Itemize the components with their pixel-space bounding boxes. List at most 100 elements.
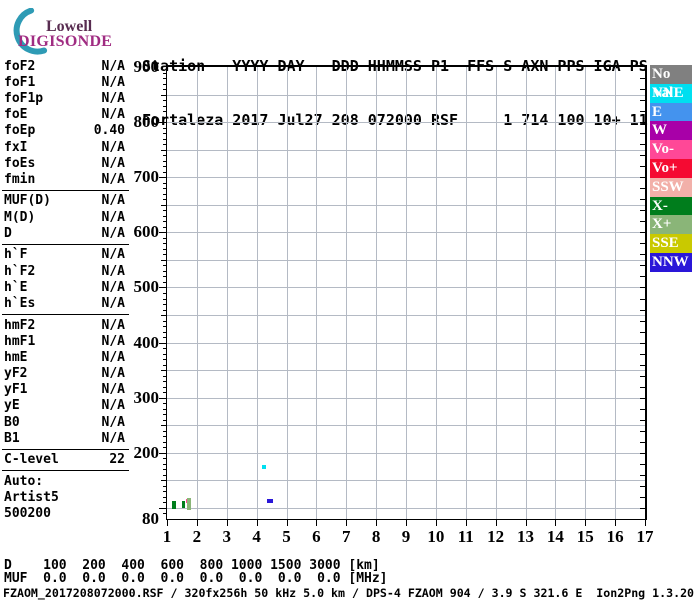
gridline-horizontal bbox=[167, 370, 645, 372]
y-axis-tick bbox=[163, 447, 166, 449]
y-axis-right-tick bbox=[640, 397, 645, 399]
y-axis-right-tick bbox=[640, 122, 645, 124]
parameter-label: hmE bbox=[4, 349, 28, 365]
y-axis-tick bbox=[161, 480, 166, 482]
parameter-value: N/A bbox=[101, 317, 125, 333]
legend-item-vo+: Vo+ bbox=[650, 158, 692, 178]
parameter-row: B1 N/A bbox=[4, 430, 125, 446]
y-axis-tick bbox=[163, 105, 166, 107]
y-axis-tick bbox=[163, 375, 166, 377]
data-point bbox=[172, 500, 177, 509]
y-axis-tick bbox=[163, 160, 166, 162]
y-axis-tick bbox=[161, 149, 166, 151]
y-axis-tick-label: 300 bbox=[133, 387, 160, 407]
parameter-row: hmF1 N/A bbox=[4, 333, 125, 349]
parameter-label: foF1p bbox=[4, 90, 44, 106]
y-axis-tick bbox=[163, 485, 166, 487]
gridline-vertical bbox=[465, 67, 467, 519]
gridline-vertical bbox=[435, 67, 437, 519]
y-axis-tick bbox=[163, 144, 166, 146]
parameter-row: MUF(D) N/A bbox=[4, 193, 125, 209]
parameter-value: N/A bbox=[101, 366, 125, 382]
ionogram-plot: 1 2 3 4 5 6 7 8 9 10 11 12 13 14 15 16 17 900 800 700 600 500… bbox=[134, 58, 654, 547]
gridline-horizontal bbox=[167, 507, 645, 509]
y-axis-tick-label: 900 bbox=[133, 57, 160, 76]
y-axis-right-tick bbox=[640, 463, 645, 465]
y-axis-tick bbox=[159, 452, 166, 454]
y-axis-tick bbox=[163, 248, 166, 250]
y-axis-right-tick bbox=[640, 166, 645, 168]
y-axis-tick bbox=[163, 496, 166, 498]
parameter-label: B0 bbox=[4, 414, 20, 430]
parameter-value: N/A bbox=[101, 263, 125, 279]
parameter-row: fmin N/A bbox=[4, 171, 125, 187]
y-axis-tick bbox=[163, 138, 166, 140]
y-axis-right-tick bbox=[640, 485, 645, 487]
y-axis-tick bbox=[163, 281, 166, 283]
y-axis-right-tick bbox=[640, 430, 645, 432]
y-axis-right-tick bbox=[640, 210, 645, 212]
x-axis-tick bbox=[256, 519, 258, 526]
y-axis-tick bbox=[161, 370, 166, 372]
x-axis-tick bbox=[406, 519, 407, 526]
y-axis-tick bbox=[163, 72, 166, 74]
gridline-horizontal bbox=[167, 452, 645, 454]
y-axis-right-tick bbox=[640, 265, 645, 267]
parameter-row: foE N/A bbox=[4, 107, 125, 123]
y-axis-tick bbox=[163, 337, 166, 339]
y-axis-tick bbox=[163, 127, 166, 129]
gridline-vertical bbox=[226, 67, 228, 519]
y-axis-right-tick bbox=[640, 353, 645, 355]
legend-item-nne: NNE bbox=[650, 83, 692, 103]
panel-divider bbox=[2, 448, 129, 450]
y-axis-tick bbox=[163, 359, 166, 361]
parameter-row: foEp 0.40 bbox=[4, 123, 125, 139]
y-axis-tick bbox=[159, 122, 166, 124]
x-axis-tick-label: 12 bbox=[487, 527, 505, 546]
y-axis-tick bbox=[159, 232, 166, 234]
parameter-label: foEs bbox=[4, 155, 36, 171]
y-axis-right-tick bbox=[640, 155, 645, 157]
parameter-label: h`F2 bbox=[4, 263, 36, 279]
gridline-vertical bbox=[585, 67, 587, 519]
y-axis-tick bbox=[163, 304, 166, 306]
parameter-value: N/A bbox=[101, 193, 125, 209]
parameter-row: Auto: bbox=[4, 473, 125, 489]
y-axis-tick bbox=[163, 210, 166, 212]
y-axis-tick bbox=[159, 507, 166, 509]
data-point bbox=[186, 497, 191, 510]
x-axis-tick bbox=[226, 519, 228, 526]
y-axis-tick bbox=[163, 293, 166, 294]
parameter-row: yE N/A bbox=[4, 398, 125, 414]
y-axis-tick bbox=[163, 408, 166, 410]
panel-divider bbox=[2, 243, 129, 245]
y-axis-tick bbox=[163, 83, 166, 85]
y-axis-tick bbox=[163, 265, 166, 267]
y-axis-tick bbox=[163, 116, 166, 118]
y-axis-right-tick bbox=[640, 364, 645, 366]
legend-item-e: E bbox=[650, 102, 692, 122]
gridline-horizontal bbox=[167, 259, 645, 261]
parameter-row: h`F2 N/A bbox=[4, 263, 125, 279]
parameter-label: M(D) bbox=[4, 209, 36, 225]
y-axis-right-tick bbox=[640, 243, 645, 245]
x-axis-tick bbox=[346, 519, 348, 526]
parameter-row: yF1 N/A bbox=[4, 382, 125, 398]
parameter-label: hmF1 bbox=[4, 333, 36, 349]
gridline-horizontal bbox=[167, 232, 645, 234]
gridline-horizontal bbox=[167, 94, 645, 96]
parameter-row: C-level 22 bbox=[4, 452, 125, 468]
parameter-label: foF2 bbox=[4, 58, 36, 74]
y-axis-tick-label: 200 bbox=[133, 442, 160, 462]
data-point bbox=[270, 499, 274, 504]
parameter-label: B1 bbox=[4, 430, 20, 446]
y-axis-right-tick bbox=[640, 276, 645, 278]
gridline-horizontal bbox=[167, 149, 645, 151]
x-axis-tick-label: 10 bbox=[427, 527, 445, 546]
gridline-vertical bbox=[406, 67, 407, 519]
y-axis-tick-label: 700 bbox=[133, 167, 160, 187]
data-point bbox=[262, 464, 267, 469]
gridline-vertical bbox=[376, 67, 378, 519]
parameter-row: 500200 bbox=[4, 506, 125, 522]
y-axis-right-tick bbox=[640, 254, 645, 256]
